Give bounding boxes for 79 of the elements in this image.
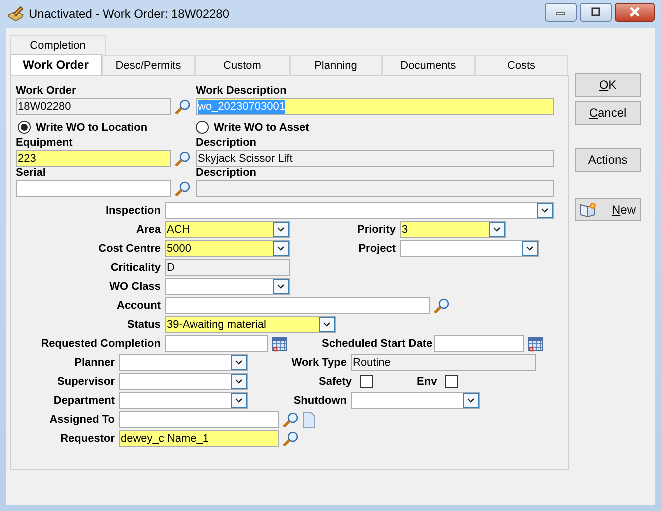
calendar-icon[interactable] <box>272 336 288 352</box>
field-label: Description <box>196 167 258 180</box>
search-icon[interactable] <box>175 150 191 166</box>
book-icon <box>580 202 598 218</box>
field-label: WO Class <box>108 280 162 292</box>
field-label: Account <box>116 300 162 312</box>
input-field[interactable]: 18W02280 <box>16 98 171 115</box>
field-label: Work Type <box>291 356 348 368</box>
maximize-button[interactable] <box>580 2 612 22</box>
field-label: Assigned To <box>48 414 116 426</box>
checkbox[interactable] <box>360 375 374 388</box>
new-button[interactable]: New <box>575 198 641 221</box>
search-icon[interactable] <box>283 430 299 446</box>
tab[interactable]: Completion <box>10 35 106 55</box>
tab[interactable]: Work Order <box>10 54 102 75</box>
tab[interactable]: Desc/Permits <box>102 55 195 75</box>
input-field[interactable]: Routine <box>351 354 536 371</box>
close-button[interactable] <box>615 2 655 22</box>
field-label: Requested Completion <box>40 338 162 350</box>
field-label: Description <box>196 137 258 150</box>
dropdown[interactable]: 39-Awaiting material <box>165 316 336 333</box>
field-label: Priority <box>356 224 397 236</box>
tab[interactable]: Planning <box>290 55 382 75</box>
field-label: Shutdown <box>292 394 348 406</box>
field-label: Work Order <box>16 85 78 98</box>
dialog-button[interactable]: Actions <box>575 148 641 172</box>
dropdown[interactable] <box>400 240 539 257</box>
dropdown[interactable] <box>119 373 248 390</box>
input-field[interactable] <box>119 411 279 428</box>
field-label: Work Description <box>196 85 288 98</box>
field-label: Department <box>52 394 116 406</box>
field-label: Area <box>136 224 162 236</box>
tab[interactable]: Documents <box>382 55 475 75</box>
radio-button[interactable]: Write WO to Location <box>18 121 198 134</box>
input-field[interactable]: D <box>165 259 290 276</box>
field-label: Project <box>358 242 397 254</box>
field-label: Planner <box>74 356 116 368</box>
close-icon <box>629 7 641 17</box>
input-field[interactable]: Skyjack Scissor Lift <box>196 150 554 167</box>
dropdown[interactable] <box>351 392 480 409</box>
input-field[interactable]: dewey_c Name_1 <box>119 430 279 447</box>
field-label: Serial <box>16 167 47 180</box>
dropdown[interactable]: 3 <box>400 221 506 238</box>
minimize-button[interactable] <box>545 2 577 22</box>
field-label: Supervisor <box>56 376 116 388</box>
dropdown[interactable]: ACH <box>165 221 290 238</box>
dialog-button[interactable]: OK <box>575 73 641 97</box>
search-icon[interactable] <box>175 98 191 114</box>
dropdown[interactable] <box>119 392 248 409</box>
window-title: Unactivated - Work Order: 18W02280 <box>29 7 230 21</box>
field-label: Requestor <box>60 432 116 444</box>
field-label: Equipment <box>16 137 74 150</box>
checkbox-label: Env <box>417 376 438 388</box>
search-icon[interactable] <box>434 298 450 314</box>
calendar-icon[interactable] <box>528 336 544 352</box>
dialog-button[interactable]: Cancel <box>575 101 641 125</box>
input-field[interactable]: 223 <box>16 150 171 167</box>
input-field[interactable] <box>165 335 268 352</box>
field-label: Criticality <box>110 262 162 274</box>
input-field[interactable] <box>16 180 171 197</box>
book-pencil-icon <box>8 6 24 22</box>
restore-icon <box>591 7 601 17</box>
input-field[interactable] <box>196 180 554 197</box>
dropdown[interactable] <box>165 278 290 295</box>
field-label: Scheduled Start Date <box>322 338 434 350</box>
field-label: Inspection <box>104 204 162 216</box>
input-field[interactable] <box>165 297 430 314</box>
dropdown[interactable] <box>119 354 248 371</box>
input-field[interactable] <box>434 335 524 352</box>
field-label: Status <box>126 318 162 330</box>
search-icon[interactable] <box>283 412 299 428</box>
radio-button[interactable]: Write WO to Asset <box>196 121 310 134</box>
tab[interactable]: Costs <box>475 55 568 75</box>
search-icon[interactable] <box>175 180 191 196</box>
dropdown[interactable]: 5000 <box>165 240 290 257</box>
tab[interactable]: Custom <box>195 55 290 75</box>
field-label: Cost Centre <box>98 242 162 254</box>
checkbox[interactable] <box>445 375 458 388</box>
checkbox-label: Safety <box>319 376 352 388</box>
